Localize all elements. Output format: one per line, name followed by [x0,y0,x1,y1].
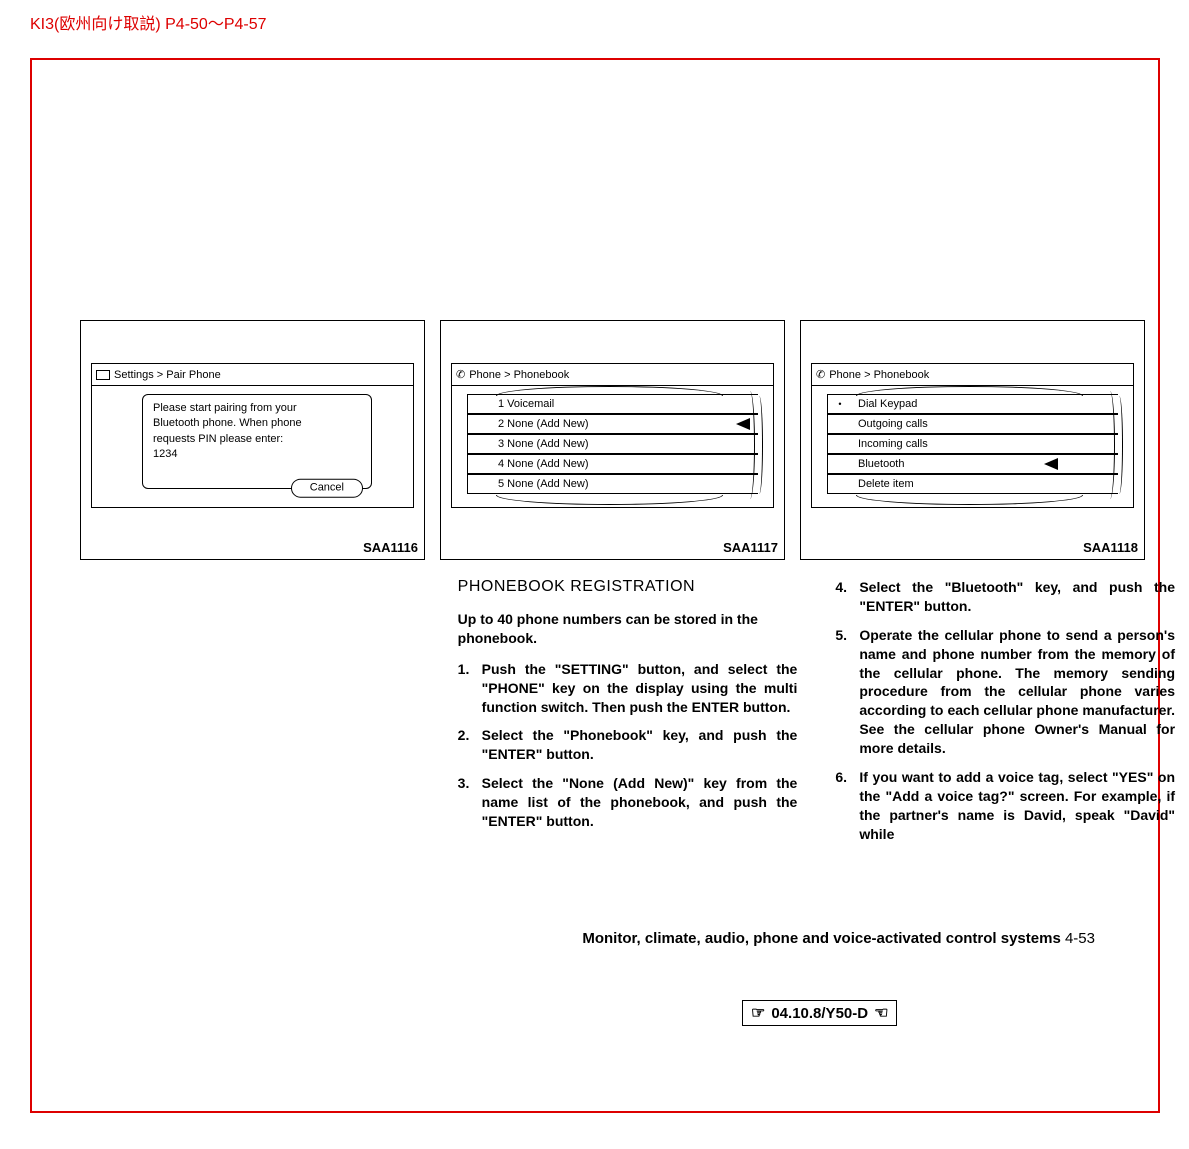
list-item[interactable]: 4 None (Add New) [467,454,758,474]
step-item: Select the "Bluetooth" key, and push the… [835,578,1175,616]
figure-3: ✆ Phone > Phonebook •Dial Keypad Outgoin… [800,320,1145,560]
breadcrumb-text: Settings > Pair Phone [114,369,221,381]
settings-icon [96,370,110,380]
popup-line: Bluetooth phone. When phone [153,416,361,431]
screen-3: ✆ Phone > Phonebook •Dial Keypad Outgoin… [811,363,1134,508]
footer-chapter: Monitor, climate, audio, phone and voice… [582,930,1060,947]
list-item[interactable]: Outgoing calls [827,414,1118,434]
cancel-button[interactable]: Cancel [291,478,363,497]
header-label: KI3(欧州向け取説) P4-50～P4-57 [30,10,267,34]
page-footer: Monitor, climate, audio, phone and voice… [582,930,1095,947]
breadcrumb-text: Phone > Phonebook [469,369,569,381]
screen-breadcrumb: ✆ Phone > Phonebook [812,364,1133,386]
step-item: Operate the cellular phone to send a per… [835,626,1175,758]
list-item[interactable]: •Dial Keypad [827,394,1118,414]
revision-text: 04.10.8/Y50-D [771,1005,868,1022]
column-3: Select the "Bluetooth" key, and push the… [835,578,1175,854]
pointing-hand-right-icon: ☞ [751,1003,765,1023]
list-item[interactable]: Incoming calls [827,434,1118,454]
popup-line: Please start pairing from your [153,401,361,416]
popup-pin: 1234 [153,447,361,462]
screen-breadcrumb: ✆ Phone > Phonebook [452,364,773,386]
pairing-popup: Please start pairing from your Bluetooth… [142,394,372,489]
step-item: Select the "Phonebook" key, and push the… [458,726,798,764]
step-item: Push the "SETTING" button, and select th… [458,660,798,717]
phone-icon: ✆ [456,368,465,381]
figure-row: Settings > Pair Phone Please start pairi… [80,320,1175,560]
scroll-down-hint [496,495,723,505]
list-item[interactable]: 1 Voicemail [467,394,758,414]
pointer-arrow-icon [1044,458,1058,470]
list-item[interactable]: 3 None (Add New) [467,434,758,454]
pointing-hand-left-icon: ☜ [874,1003,888,1023]
pointer-arrow-icon [736,418,750,430]
list-item[interactable]: 2 None (Add New) [467,414,758,434]
list-item[interactable]: 5 None (Add New) [467,474,758,494]
figure-label: SAA1117 [723,540,778,555]
intro-paragraph: Up to 40 phone numbers can be stored in … [458,610,798,648]
step-list: Select the "Bluetooth" key, and push the… [835,578,1175,844]
menu-list: 1 Voicemail 2 None (Add New) 3 None (Add… [467,394,758,497]
screen-2: ✆ Phone > Phonebook 1 Voicemail 2 None (… [451,363,774,508]
figure-2: ✆ Phone > Phonebook 1 Voicemail 2 None (… [440,320,785,560]
screen-breadcrumb: Settings > Pair Phone [92,364,413,386]
scroll-down-hint [856,495,1083,505]
revision-box: ☞ 04.10.8/Y50-D ☜ [742,1000,897,1026]
figure-label: SAA1118 [1083,540,1138,555]
section-title: PHONEBOOK REGISTRATION [458,578,798,596]
figure-1: Settings > Pair Phone Please start pairi… [80,320,425,560]
figure-label: SAA1116 [363,540,418,555]
screen-1: Settings > Pair Phone Please start pairi… [91,363,414,508]
popup-line: requests PIN please enter: [153,432,361,447]
step-item: Select the "None (Add New)" key from the… [458,774,798,831]
phone-icon: ✆ [816,368,825,381]
text-columns: PHONEBOOK REGISTRATION Up to 40 phone nu… [80,578,1175,854]
column-2: PHONEBOOK REGISTRATION Up to 40 phone nu… [458,578,798,854]
step-list: Push the "SETTING" button, and select th… [458,660,798,831]
column-1 [80,578,420,854]
step-item: If you want to add a voice tag, select "… [835,768,1175,844]
footer-page-number: 4-53 [1065,930,1095,947]
menu-list: •Dial Keypad Outgoing calls Incoming cal… [827,394,1118,497]
list-item[interactable]: Bluetooth [827,454,1118,474]
page-frame: Settings > Pair Phone Please start pairi… [30,58,1160,1113]
list-item[interactable]: Delete item [827,474,1118,494]
breadcrumb-text: Phone > Phonebook [829,369,929,381]
